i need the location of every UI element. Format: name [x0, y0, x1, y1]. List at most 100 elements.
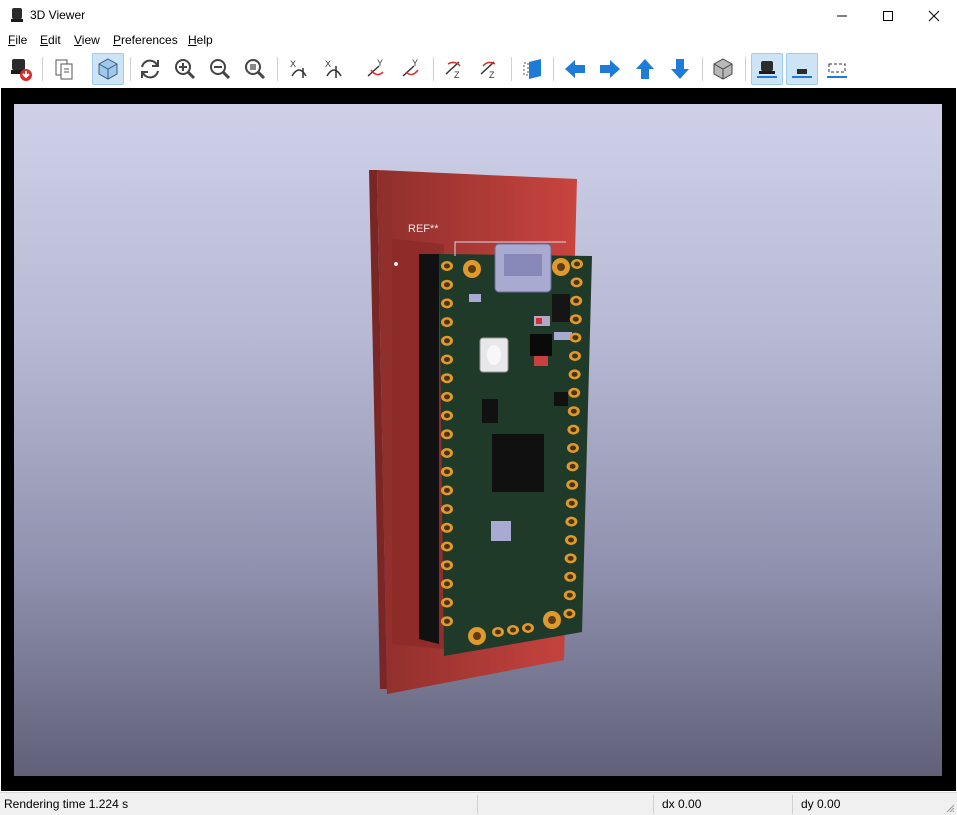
layers-top-icon — [757, 61, 777, 78]
mcu-chip — [492, 434, 544, 492]
dy-value: dy 0.00 — [801, 797, 841, 811]
reload-board-button[interactable] — [4, 53, 36, 85]
rotate-z-ccw-button[interactable]: Z — [473, 53, 505, 85]
rotate-x-ccw-button[interactable]: X — [318, 53, 350, 85]
move-down-button[interactable] — [664, 53, 696, 85]
resize-grip-icon[interactable] — [945, 803, 955, 813]
ref-label: REF** — [408, 223, 439, 235]
rotate-z-cw-icon: Z — [445, 61, 461, 80]
rotate-y-cw-button[interactable]: Y — [360, 53, 392, 85]
pin-hole — [567, 574, 574, 580]
move-left-icon — [565, 60, 585, 78]
zoom-fit-icon — [245, 59, 266, 80]
pin-hole — [444, 357, 450, 362]
close-icon — [928, 10, 940, 21]
menu-edit[interactable]: Edit — [40, 33, 61, 47]
pin-hole — [570, 427, 577, 433]
move-right-button[interactable] — [594, 53, 626, 85]
pin-hole — [444, 544, 450, 549]
pin-hole — [495, 629, 501, 635]
layers-top-button[interactable] — [751, 53, 783, 85]
dx-value: dx 0.00 — [662, 797, 702, 811]
status-bar: Rendering time 1.224 s dx 0.00 dy 0.00 — [0, 792, 957, 815]
move-right-icon — [600, 60, 620, 78]
menu-file[interactable]: File — [8, 33, 27, 47]
svg-text:Z: Z — [489, 70, 495, 80]
pcb-scene: REF** — [369, 170, 592, 694]
menu-help[interactable]: Help — [188, 33, 213, 47]
pin-hole — [525, 625, 531, 631]
minimize-icon — [837, 15, 847, 16]
pin-hole — [444, 431, 450, 437]
zoom-in-button[interactable] — [169, 53, 201, 85]
pin-hole — [568, 519, 575, 525]
pin-hole — [572, 316, 579, 322]
menu-preferences[interactable]: Preferences — [113, 33, 178, 47]
zoom-fit-button[interactable] — [239, 53, 271, 85]
pin-hole — [444, 319, 450, 325]
svg-text:X: X — [325, 59, 331, 69]
pin-hole — [444, 338, 450, 344]
pin-hole — [444, 263, 450, 269]
pin-hole — [444, 525, 450, 531]
zoom-out-button[interactable] — [204, 53, 236, 85]
rotate-x-ccw-icon: X — [325, 59, 342, 78]
render-time-text: Rendering time 1.224 s — [4, 797, 129, 811]
pin-hole — [444, 487, 450, 493]
move-down-icon — [671, 59, 689, 79]
layers-frame-button[interactable] — [821, 53, 853, 85]
pin-hole — [568, 500, 575, 506]
redraw-icon — [141, 59, 159, 79]
redraw-button[interactable] — [134, 53, 166, 85]
pin-hole — [574, 261, 580, 267]
rotate-x-cw-icon: X — [290, 59, 307, 78]
pin-hole — [510, 627, 516, 633]
rotate-y-ccw-icon: Y — [402, 58, 419, 77]
pin-hole — [444, 506, 450, 512]
pin-hole — [567, 555, 574, 561]
pin-hole — [444, 300, 450, 306]
render-mode-icon — [98, 58, 118, 80]
pin-hole — [444, 375, 450, 381]
zoom-in-icon — [175, 59, 196, 80]
pin-hole — [444, 394, 450, 400]
layers-bottom-button[interactable] — [786, 53, 818, 85]
pin-hole — [444, 413, 450, 419]
ortho-icon — [713, 58, 733, 80]
pin-hole — [444, 562, 450, 568]
move-up-button[interactable] — [629, 53, 661, 85]
svg-text:X: X — [290, 59, 296, 69]
pin-hole — [566, 592, 573, 598]
move-up-icon — [636, 59, 654, 79]
maximize-icon — [883, 10, 893, 21]
pin-hole — [444, 600, 450, 606]
window-title: 3D Viewer — [30, 8, 86, 22]
move-left-button[interactable] — [559, 53, 591, 85]
toolbar: X X Y Y Z Z — [0, 51, 957, 88]
copy-image-button[interactable] — [48, 53, 80, 85]
rotate-z-cw-button[interactable]: Z — [438, 53, 470, 85]
svg-text:Z: Z — [454, 70, 460, 80]
menu-view[interactable]: View — [74, 33, 100, 47]
ortho-button[interactable] — [707, 53, 739, 85]
render-mode-button[interactable] — [92, 53, 124, 85]
pin-hole — [573, 279, 580, 285]
reload-board-icon — [11, 59, 32, 81]
maximize-button[interactable] — [865, 0, 911, 31]
rotate-y-cw-icon: Y — [367, 58, 384, 77]
menu-bar: File Edit View Preferences Help — [0, 31, 957, 51]
3d-viewport[interactable]: REF** — [14, 104, 942, 776]
pin-hole — [566, 611, 573, 617]
flip-board-button[interactable] — [517, 53, 549, 85]
pin-hole — [571, 371, 578, 377]
pin-hole — [444, 282, 450, 288]
pin-hole — [572, 335, 579, 341]
minimize-button[interactable] — [819, 0, 865, 31]
rotate-y-ccw-button[interactable]: Y — [395, 53, 427, 85]
flip-board-icon — [523, 59, 541, 79]
pin-hole — [570, 445, 576, 451]
close-button[interactable] — [911, 0, 957, 31]
pin-hole — [444, 581, 450, 587]
layers-frame-icon — [827, 63, 847, 78]
rotate-x-cw-button[interactable]: X — [283, 53, 315, 85]
